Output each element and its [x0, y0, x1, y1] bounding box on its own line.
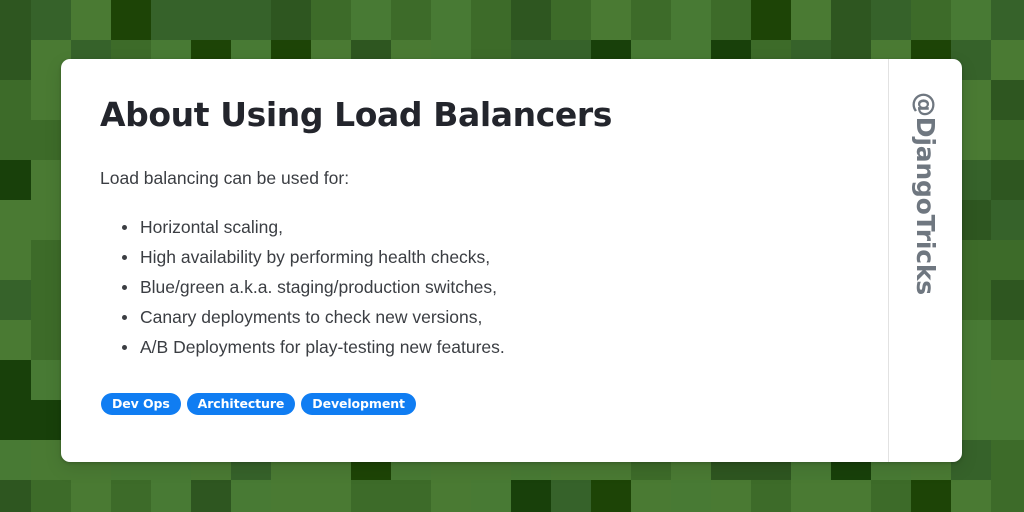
background-tile	[0, 400, 31, 440]
background-tile	[431, 0, 471, 40]
background-tile	[991, 0, 1024, 40]
tag-architecture[interactable]: Architecture	[186, 393, 296, 415]
background-tile	[831, 480, 871, 512]
background-tile	[791, 0, 831, 40]
background-tile	[231, 480, 271, 512]
background-tile	[271, 480, 311, 512]
background-tile	[0, 280, 31, 320]
background-tile	[951, 0, 991, 40]
background-tile	[991, 320, 1024, 360]
background-tile	[831, 0, 871, 40]
background-tile	[471, 480, 511, 512]
background-tile	[991, 360, 1024, 400]
background-tile	[231, 0, 271, 40]
background-tile	[0, 120, 31, 160]
background-tile	[631, 0, 671, 40]
background-tile	[951, 480, 991, 512]
background-tile	[991, 200, 1024, 240]
background-tile	[0, 40, 31, 80]
background-tile	[471, 0, 511, 40]
background-tile	[751, 480, 791, 512]
background-tile	[671, 480, 711, 512]
background-tile	[351, 0, 391, 40]
use-case-list: Horizontal scaling, High availability by…	[100, 212, 848, 362]
background-tile	[991, 120, 1024, 160]
background-tile	[351, 480, 391, 512]
list-item: A/B Deployments for play-testing new fea…	[100, 332, 848, 362]
watermark-handle: @DjangoTricks	[911, 92, 940, 295]
background-tile	[311, 0, 351, 40]
background-tile	[711, 480, 751, 512]
list-item: Blue/green a.k.a. staging/production swi…	[100, 272, 848, 302]
background-tile	[31, 0, 71, 40]
background-tile	[511, 480, 551, 512]
page-title: About Using Load Balancers	[100, 95, 612, 134]
background-tile	[991, 40, 1024, 80]
background-tile	[191, 0, 231, 40]
background-tile	[991, 80, 1024, 120]
background-tile	[591, 0, 631, 40]
background-tile	[151, 0, 191, 40]
background-tile	[431, 480, 471, 512]
background-tile	[191, 480, 231, 512]
background-tile	[991, 480, 1024, 512]
background-tile	[0, 240, 31, 280]
background-tile	[871, 0, 911, 40]
background-tile	[871, 480, 911, 512]
background-tile	[631, 480, 671, 512]
background-tile	[71, 0, 111, 40]
tag-list: Dev Ops Architecture Development	[101, 393, 416, 415]
content-card: About Using Load Balancers Load balancin…	[61, 59, 962, 462]
background-tile	[0, 0, 31, 40]
background-tile	[511, 0, 551, 40]
background-tile	[71, 480, 111, 512]
background-tile	[791, 480, 831, 512]
background-tile	[551, 480, 591, 512]
background-tile	[271, 0, 311, 40]
background-tile	[671, 0, 711, 40]
background-tile	[991, 160, 1024, 200]
list-item: Horizontal scaling,	[100, 212, 848, 242]
tag-dev-ops[interactable]: Dev Ops	[101, 393, 181, 415]
background-tile	[0, 440, 31, 480]
background-tile	[991, 280, 1024, 320]
background-tile	[111, 0, 151, 40]
background-tile	[551, 0, 591, 40]
background-tile	[391, 0, 431, 40]
background-tile	[0, 160, 31, 200]
background-tile	[911, 0, 951, 40]
background-tile	[751, 0, 791, 40]
card-sidebar: @DjangoTricks	[888, 59, 962, 462]
card-main-column: About Using Load Balancers Load balancin…	[61, 59, 888, 462]
watermark-wrapper: @DjangoTricks	[889, 59, 962, 462]
background-tile	[591, 480, 631, 512]
background-tile	[911, 480, 951, 512]
background-tile	[0, 360, 31, 400]
list-item: High availability by performing health c…	[100, 242, 848, 272]
background-tile	[991, 400, 1024, 440]
list-item: Canary deployments to check new versions…	[100, 302, 848, 332]
background-tile	[391, 480, 431, 512]
tag-development[interactable]: Development	[301, 393, 416, 415]
background-tile	[31, 480, 71, 512]
background-tile	[0, 80, 31, 120]
background-tile	[311, 480, 351, 512]
background-tile	[0, 200, 31, 240]
background-tile	[0, 480, 31, 512]
lead-paragraph: Load balancing can be used for:	[100, 167, 350, 188]
background-tile	[991, 240, 1024, 280]
background-tile	[711, 0, 751, 40]
background-tile	[0, 320, 31, 360]
background-tile	[151, 480, 191, 512]
background-tile	[111, 480, 151, 512]
background-tile	[991, 440, 1024, 480]
